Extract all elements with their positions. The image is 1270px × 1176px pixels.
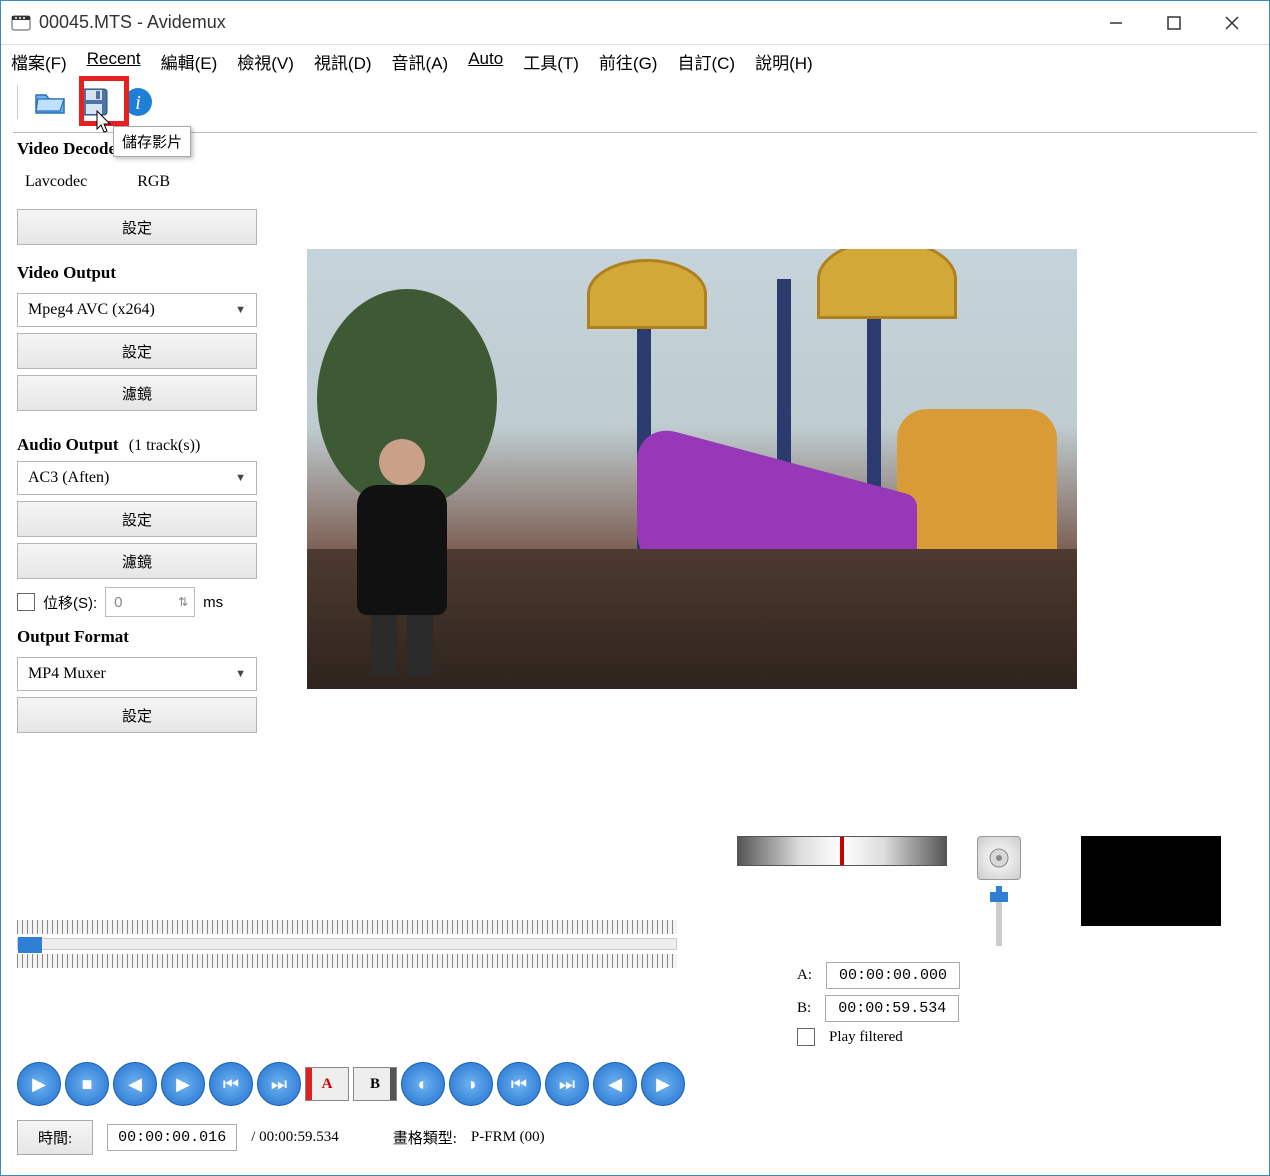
play-filtered-label: Play filtered <box>829 1029 903 1046</box>
frame-type-value: P-FRM (00) <box>471 1129 545 1146</box>
preview-area <box>307 139 1253 828</box>
play-button[interactable]: ▶ <box>17 1062 61 1106</box>
titlebar: 00045.MTS - Avidemux <box>1 1 1269 45</box>
menu-edit[interactable]: 編輯(E) <box>161 49 218 74</box>
toolbar-divider <box>17 85 18 119</box>
menu-custom[interactable]: 自訂(C) <box>677 49 735 74</box>
audio-shift-unit: ms <box>203 594 223 611</box>
volume-knob[interactable] <box>977 836 1021 880</box>
volume-slider-thumb[interactable] <box>990 892 1008 902</box>
audio-output-setup-button[interactable]: 設定 <box>17 501 257 537</box>
marker-a-time: 00:00:00.000 <box>826 962 960 989</box>
video-output-codec-select[interactable]: Mpeg4 AVC (x264) <box>17 293 257 327</box>
maximize-button[interactable] <box>1145 1 1203 45</box>
menu-file[interactable]: 檔案(F) <box>11 49 67 74</box>
prev-keyframe-button[interactable]: ⏮ <box>209 1062 253 1106</box>
audio-output-codec-select[interactable]: AC3 (Aften) <box>17 461 257 495</box>
goto-end-button[interactable]: ⏭ <box>545 1062 589 1106</box>
decoder-colorspace: RGB <box>137 173 170 191</box>
output-format-select[interactable]: MP4 Muxer <box>17 657 257 691</box>
audio-track-count: (1 track(s)) <box>129 437 201 454</box>
marker-b-label: B: <box>797 1000 811 1017</box>
window-title: 00045.MTS - Avidemux <box>39 12 226 33</box>
bottom-panel: A: 00:00:00.000 B: 00:00:59.534 Play fil… <box>1 828 1269 1175</box>
next-frame-button[interactable]: ▶ <box>161 1062 205 1106</box>
app-window: 00045.MTS - Avidemux 檔案(F) Recent 編輯(E) … <box>0 0 1270 1176</box>
prev-black-frame-button[interactable]: ◐ <box>401 1062 445 1106</box>
decoder-codec: Lavcodec <box>25 173 87 191</box>
next-keyframe-button[interactable]: ⏭ <box>257 1062 301 1106</box>
toolbar-separator <box>13 132 1257 133</box>
audio-shift-input[interactable]: 0 <box>105 587 195 617</box>
window-controls <box>1087 1 1261 45</box>
jog-wheel[interactable] <box>737 836 947 866</box>
play-filtered-checkbox[interactable] <box>797 1028 815 1046</box>
timeline-row: A: 00:00:00.000 B: 00:00:59.534 Play fil… <box>17 836 1253 1052</box>
set-marker-a-button[interactable]: A <box>305 1067 349 1101</box>
menu-view[interactable]: 檢視(V) <box>237 49 294 74</box>
menu-go[interactable]: 前往(G) <box>599 49 658 74</box>
menu-recent-label: Recent <box>87 49 141 68</box>
menu-recent[interactable]: Recent <box>87 49 141 74</box>
menu-audio[interactable]: 音訊(A) <box>392 49 449 74</box>
main-content: Video Decoder Lavcodec RGB 設定 Video Outp… <box>1 139 1269 828</box>
timeline-playhead[interactable] <box>18 937 42 953</box>
video-decoder-setup-button[interactable]: 設定 <box>17 209 257 245</box>
time-button[interactable]: 時間: <box>17 1120 93 1155</box>
app-icon <box>11 13 31 33</box>
minimize-button[interactable] <box>1087 1 1145 45</box>
save-video-button[interactable] <box>74 82 114 122</box>
info-button[interactable]: i <box>118 82 158 122</box>
audio-output-filter-button[interactable]: 濾鏡 <box>17 543 257 579</box>
playback-controls: ▶ ■ ◀ ▶ ⏮ ⏭ A B ◐ ◑ ⏮ ⏭ ◀ ▶ <box>17 1062 1253 1106</box>
audio-output-label: Audio Output <box>17 435 119 454</box>
audio-shift-checkbox[interactable] <box>17 593 35 611</box>
total-time: / 00:00:59.534 <box>251 1129 339 1146</box>
toolbar: i 儲存影片 <box>1 78 1269 130</box>
audio-shift-row: 位移(S): 0 ms <box>17 587 277 617</box>
menu-auto-label: Auto <box>468 49 503 68</box>
output-format-label: Output Format <box>17 627 277 647</box>
prev-frame-button[interactable]: ◀ <box>113 1062 157 1106</box>
frame-type-label: 畫格類型: <box>393 1127 457 1148</box>
svg-text:i: i <box>135 92 141 114</box>
sidebar: Video Decoder Lavcodec RGB 設定 Video Outp… <box>17 139 277 828</box>
video-decoder-info: Lavcodec RGB <box>17 169 277 203</box>
menu-auto[interactable]: Auto <box>468 49 503 74</box>
video-output-label: Video Output <box>17 263 277 283</box>
menu-tools[interactable]: 工具(T) <box>523 49 579 74</box>
video-output-filter-button[interactable]: 濾鏡 <box>17 375 257 411</box>
marker-a-label: A: <box>797 967 812 984</box>
stop-button[interactable]: ■ <box>65 1062 109 1106</box>
timeline[interactable] <box>17 920 677 968</box>
current-time-input[interactable]: 00:00:00.016 <box>107 1124 237 1151</box>
goto-marker-b-button[interactable]: ▶ <box>641 1062 685 1106</box>
video-output-setup-button[interactable]: 設定 <box>17 333 257 369</box>
goto-start-button[interactable]: ⏮ <box>497 1062 541 1106</box>
tooltip-save-video: 儲存影片 <box>113 126 191 157</box>
menubar: 檔案(F) Recent 編輯(E) 檢視(V) 視訊(D) 音訊(A) Aut… <box>1 45 1269 78</box>
ab-panel: A: 00:00:00.000 B: 00:00:59.534 Play fil… <box>797 956 1221 1052</box>
time-info-row: 時間: 00:00:00.016 / 00:00:59.534 畫格類型: P-… <box>17 1120 1253 1155</box>
next-black-frame-button[interactable]: ◑ <box>449 1062 493 1106</box>
preview-thumbnail <box>1081 836 1221 926</box>
menu-help[interactable]: 說明(H) <box>755 49 813 74</box>
video-preview[interactable] <box>307 249 1077 689</box>
marker-b-time: 00:00:59.534 <box>825 995 959 1022</box>
audio-shift-label: 位移(S): <box>43 592 97 613</box>
goto-marker-a-button[interactable]: ◀ <box>593 1062 637 1106</box>
close-button[interactable] <box>1203 1 1261 45</box>
volume-control <box>977 836 1021 946</box>
output-format-setup-button[interactable]: 設定 <box>17 697 257 733</box>
set-marker-b-button[interactable]: B <box>353 1067 397 1101</box>
menu-video[interactable]: 視訊(D) <box>314 49 372 74</box>
open-file-button[interactable] <box>30 82 70 122</box>
